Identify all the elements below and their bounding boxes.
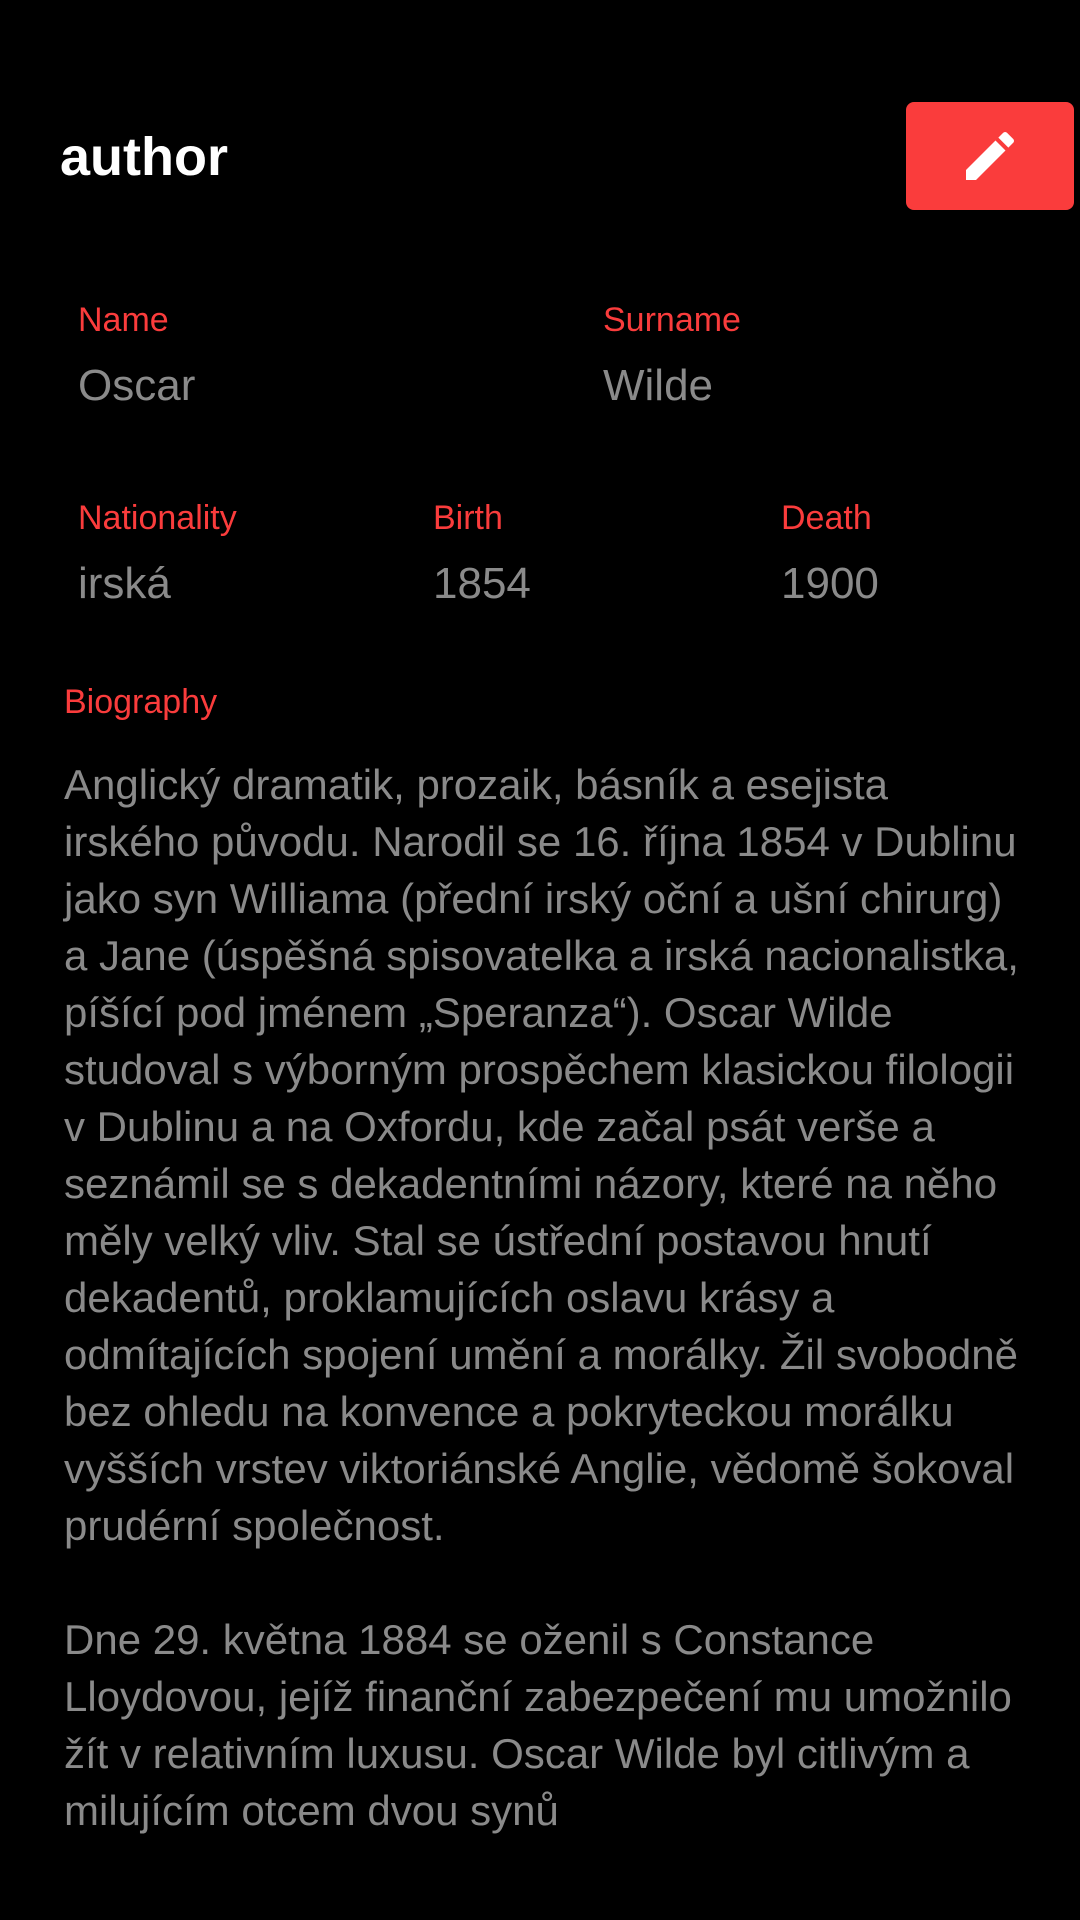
biography-label: Biography: [64, 683, 218, 721]
death-field: Death 1900: [781, 498, 879, 612]
name-field: Name Oscar: [78, 300, 195, 414]
page-title: author: [60, 127, 228, 187]
edit-button[interactable]: [906, 102, 1074, 210]
biography-text: Anglický dramatik, prozaik, básník a ese…: [64, 756, 1024, 1896]
biography-paragraph: Anglický dramatik, prozaik, básník a ese…: [64, 761, 1019, 1549]
birth-field: Birth 1854: [433, 498, 531, 612]
death-label: Death: [781, 499, 872, 537]
nationality-field: Nationality irská: [78, 498, 237, 612]
death-value: 1900: [781, 559, 879, 608]
name-label: Name: [78, 301, 169, 339]
name-value: Oscar: [78, 361, 196, 410]
birth-label: Birth: [433, 499, 503, 537]
nationality-value: irská: [78, 559, 171, 608]
surname-field: Surname Wilde: [603, 300, 741, 414]
surname-label: Surname: [603, 301, 741, 339]
biography-paragraph: Dne 29. května 1884 se oženil s Constanc…: [64, 1616, 1012, 1834]
pencil-icon: [966, 131, 1015, 180]
birth-value: 1854: [433, 559, 531, 608]
surname-value: Wilde: [603, 361, 714, 410]
nationality-label: Nationality: [78, 499, 237, 537]
